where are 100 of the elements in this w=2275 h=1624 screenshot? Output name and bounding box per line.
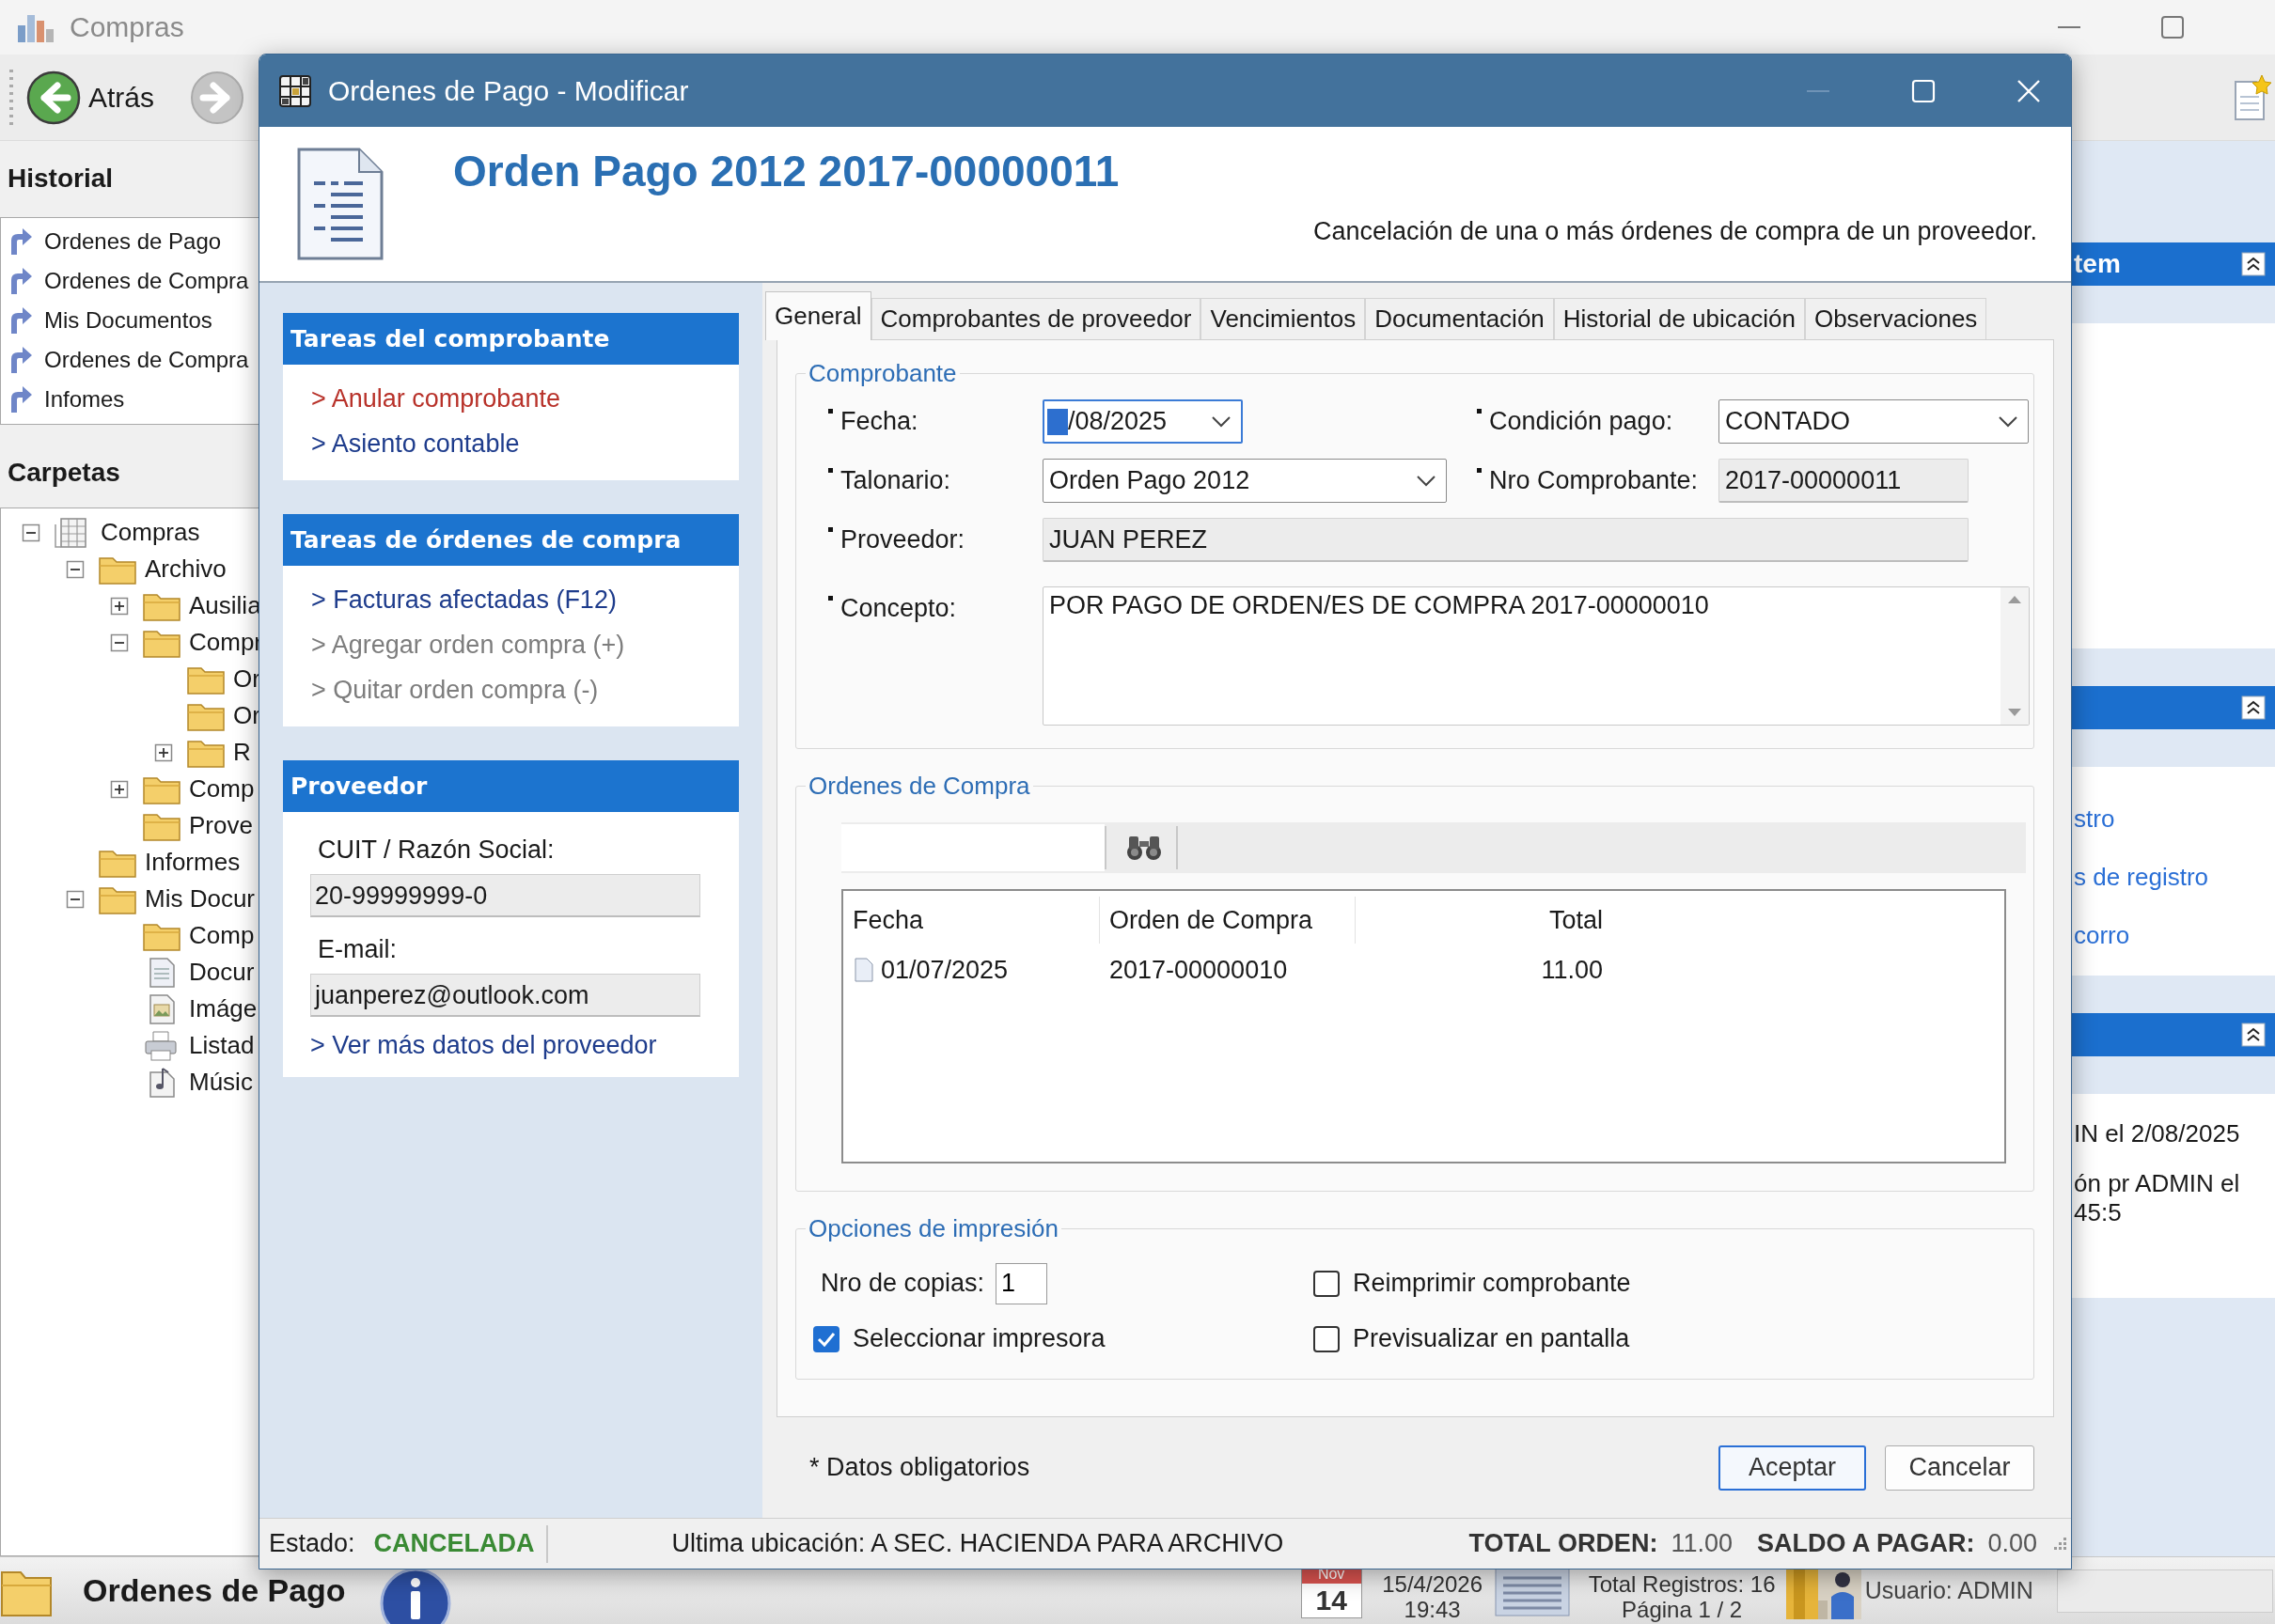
task-link[interactable]: > Ver más datos del proveedor: [310, 1026, 657, 1064]
checkbox-label[interactable]: Seleccionar impresora: [853, 1324, 1106, 1353]
history-item[interactable]: Mis Documentos: [1, 301, 281, 340]
history-item[interactable]: Ordenes de Pago: [1, 222, 281, 261]
day-label: 14: [1315, 1583, 1347, 1617]
module-title: Ordenes de Pago: [83, 1572, 346, 1609]
tab[interactable]: Vencimientos: [1200, 298, 1366, 339]
binoculars-icon[interactable]: [1125, 834, 1163, 862]
task-link[interactable]: corro: [2074, 906, 2275, 964]
total-value: 11.00: [1671, 1529, 1733, 1558]
tab[interactable]: Historial de ubicación: [1553, 298, 1805, 339]
number-field[interactable]: 1: [996, 1262, 1048, 1304]
tree-item[interactable]: Comp: [1, 917, 281, 954]
expand-icon[interactable]: [110, 596, 129, 616]
checkbox[interactable]: [813, 1325, 839, 1352]
tree-item[interactable]: Archivo: [1, 551, 281, 587]
tree-item[interactable]: Compras: [1, 514, 281, 551]
checkbox-label[interactable]: Previsualizar en pantalla: [1353, 1324, 1630, 1353]
task-link[interactable]: > Facturas afectadas (F12): [311, 577, 617, 622]
arrow-icon: [8, 227, 33, 256]
scrollbar[interactable]: [2000, 587, 2029, 725]
tab[interactable]: Comprobantes de proveedor: [871, 298, 1201, 339]
tree-item[interactable]: Ausilia: [1, 587, 281, 624]
history-item[interactable]: Infomes: [1, 380, 281, 419]
task-link[interactable]: s de registro: [2074, 848, 2275, 906]
search-field[interactable]: [841, 824, 1105, 871]
balance-label: SALDO A PAGAR:: [1756, 1529, 1975, 1558]
field-label: Concepto:: [840, 594, 957, 623]
total-label: TOTAL ORDEN:: [1468, 1529, 1658, 1558]
tree-item[interactable]: Informes: [1, 844, 281, 881]
scroll-down-icon[interactable]: [2007, 708, 2022, 717]
arrow-icon: [8, 267, 33, 295]
document-icon: [855, 958, 873, 982]
tree-item[interactable]: Comp: [1, 771, 281, 807]
user-label: Usuario: ADMIN: [1864, 1577, 2034, 1604]
tree-item[interactable]: Mis Docur: [1, 881, 281, 917]
document-icon: [295, 146, 385, 262]
expand-icon[interactable]: [154, 742, 173, 762]
text-area[interactable]: POR PAGO DE ORDEN/ES DE COMPRA 2017-00000010: [1043, 586, 2030, 726]
scroll-up-icon[interactable]: [2007, 595, 2022, 604]
collapse-icon[interactable]: [2241, 695, 2266, 720]
close-icon[interactable]: [2016, 78, 2041, 103]
tab[interactable]: General: [765, 291, 871, 340]
tree-item[interactable]: Compr: [1, 624, 281, 661]
checkbox[interactable]: [1313, 1325, 1340, 1352]
tree-item[interactable]: Listad: [1, 1027, 281, 1064]
document-title: Orden Pago 2012 2017-00000011: [453, 146, 1120, 196]
window-title: Ordenes de Pago - Modificar: [328, 74, 690, 107]
arrow-icon: [8, 306, 33, 335]
tree-item[interactable]: Músic: [1, 1064, 281, 1101]
check-icon: [817, 1331, 836, 1347]
table-cell: 01/07/2025: [881, 955, 1009, 985]
task-link[interactable]: stro: [2074, 789, 2275, 848]
history-item[interactable]: Ordenes de Compra: [1, 261, 281, 301]
tab[interactable]: Documentación: [1365, 298, 1554, 339]
arrow-icon: [8, 346, 33, 374]
info-icon[interactable]: [379, 1568, 452, 1624]
tree-item[interactable]: R: [1, 734, 281, 771]
dropdown[interactable]: Orden Pago 2012: [1043, 459, 1447, 503]
column-header[interactable]: Orden de Compra: [1100, 897, 1356, 944]
tree-item[interactable]: Imáge: [1, 991, 281, 1027]
tree-item[interactable]: Or: [1, 661, 281, 697]
expand-icon[interactable]: [110, 779, 129, 799]
column-header[interactable]: Total: [1356, 897, 1612, 944]
back-button[interactable]: Atrás: [26, 70, 155, 125]
history-item[interactable]: Ordenes de Compra: [1, 340, 281, 380]
text-field[interactable]: 2017-00000011: [1718, 459, 1969, 503]
cancel-button[interactable]: Cancelar: [1885, 1444, 2034, 1491]
text-field[interactable]: juanperez@outlook.com: [310, 974, 700, 1017]
tree-item[interactable]: Docur: [1, 954, 281, 991]
tab[interactable]: Observaciones: [1804, 298, 1987, 339]
bar-chart-icon: [17, 12, 55, 42]
grid-icon: [278, 73, 312, 108]
collapse-icon[interactable]: [2241, 252, 2266, 276]
collapse-icon[interactable]: [22, 523, 40, 542]
collapse-icon[interactable]: [66, 889, 85, 909]
tree-item[interactable]: Or: [1, 697, 281, 734]
dropdown[interactable]: CONTADO: [1718, 399, 2029, 444]
accept-button[interactable]: Aceptar: [1718, 1444, 1866, 1491]
checkbox[interactable]: [1313, 1270, 1340, 1297]
document-subtitle: Cancelación de una o más órdenes de compra de un proveedor.: [1313, 217, 2037, 246]
field-label: Fecha:: [840, 407, 918, 436]
column-header[interactable]: Fecha: [843, 897, 1100, 944]
page-indicator: Página 1 / 2: [1622, 1597, 1743, 1622]
task-link[interactable]: > Asiento contable: [311, 421, 520, 466]
text-field[interactable]: JUAN PEREZ: [1043, 518, 1969, 562]
collapse-icon[interactable]: [110, 632, 129, 652]
balance-value: 0.00: [1987, 1529, 2037, 1558]
location-text: Ultima ubicación: A SEC. HACIENDA PARA ARCHIVO: [671, 1529, 1285, 1558]
text-field[interactable]: 20-99999999-0: [310, 874, 700, 917]
maximize-icon[interactable]: [2160, 15, 2185, 39]
date-picker[interactable]: /08/2025: [1043, 399, 1243, 444]
chevron-down-icon: [1416, 474, 1436, 488]
info-text: IN el 2/08/2025: [2074, 1119, 2241, 1148]
collapse-icon[interactable]: [2241, 1023, 2266, 1047]
collapse-icon[interactable]: [66, 559, 85, 579]
tree-item[interactable]: Prove: [1, 807, 281, 844]
panel-header: Tareas de órdenes de compra: [283, 514, 739, 566]
task-link[interactable]: > Anular comprobante: [311, 376, 560, 421]
checkbox-label[interactable]: Reimprimir comprobante: [1353, 1269, 1631, 1298]
